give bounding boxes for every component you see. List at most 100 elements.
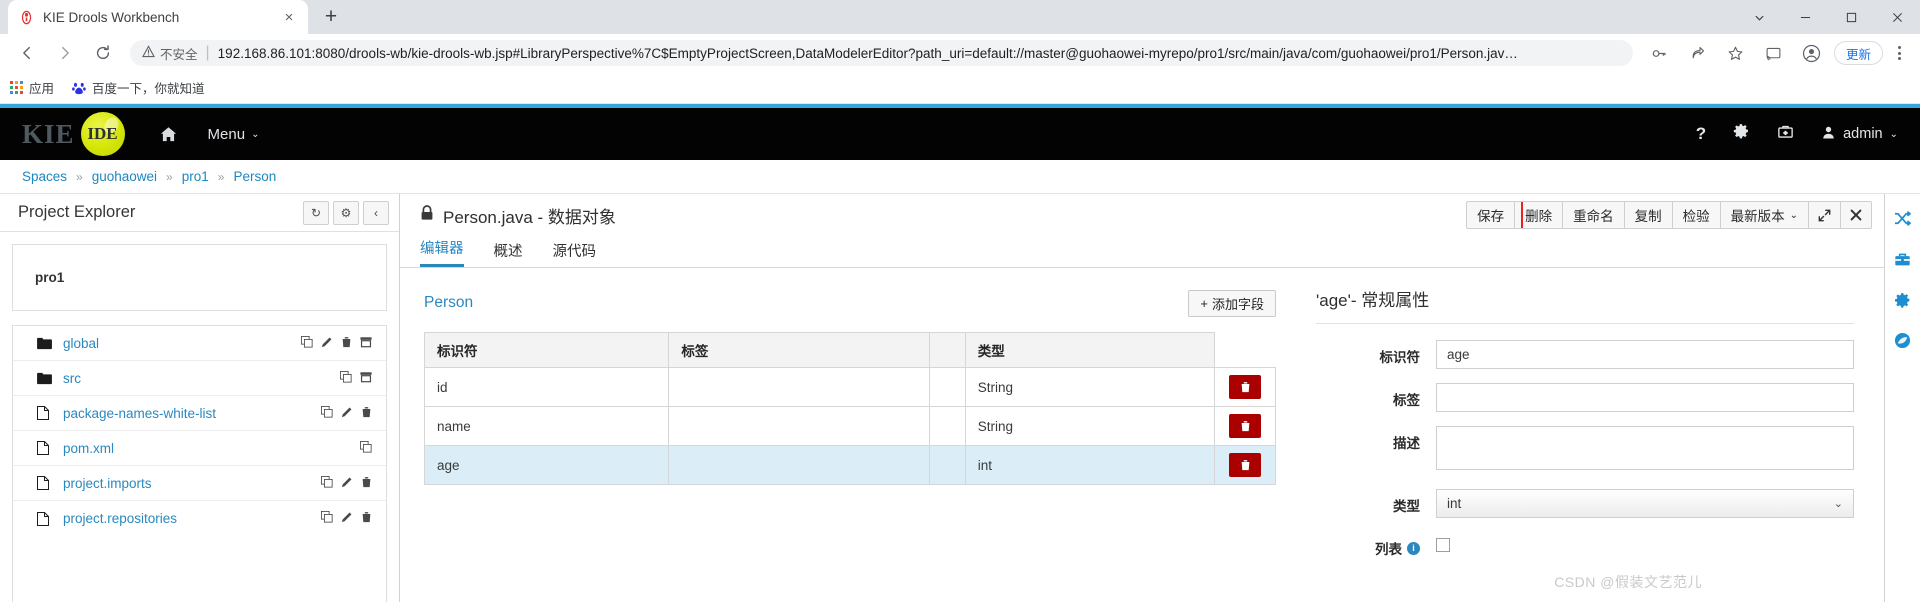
list-item-label[interactable]: project.repositories [63, 511, 321, 526]
breadcrumb-item-guohaowei[interactable]: guohaowei [92, 169, 157, 184]
info-icon[interactable]: i [1407, 541, 1420, 555]
trash-icon[interactable] [1229, 375, 1262, 399]
cast-icon[interactable] [1759, 38, 1789, 68]
delete-icon[interactable] [361, 406, 372, 421]
list-item-label[interactable]: package-names-white-list [63, 406, 321, 421]
project-selector[interactable]: pro1 [12, 244, 387, 311]
list-item[interactable]: src [13, 361, 386, 396]
list-item[interactable]: package-names-white-list [13, 396, 386, 431]
profile-icon[interactable] [1797, 38, 1827, 68]
label-input[interactable] [1436, 383, 1854, 412]
toolbox-icon[interactable] [1894, 251, 1911, 268]
breadcrumb-item-person[interactable]: Person [233, 169, 276, 184]
rename-button[interactable]: 重命名 [1563, 202, 1625, 228]
list-checkbox[interactable] [1436, 538, 1450, 552]
archive-icon[interactable] [360, 336, 372, 351]
url-text[interactable]: 192.168.86.101:8080/drools-wb/kie-drools… [218, 46, 1621, 61]
delete-icon[interactable] [361, 476, 372, 491]
globe-icon[interactable] [1894, 332, 1911, 349]
delete-icon[interactable] [341, 336, 352, 351]
star-icon[interactable] [1721, 38, 1751, 68]
kie-logo[interactable]: KIE IDE [22, 112, 125, 156]
description-textarea[interactable] [1436, 426, 1854, 470]
table-row[interactable]: age int [423, 445, 1276, 485]
gear-icon[interactable] [1894, 292, 1911, 308]
tab-overview[interactable]: 概述 [494, 240, 523, 267]
type-select[interactable]: int ⌄ [1436, 489, 1854, 518]
list-item-label[interactable]: global [63, 336, 301, 351]
class-name-link[interactable]: Person [424, 294, 473, 312]
list-item[interactable]: project.repositories [13, 501, 386, 536]
copy-icon[interactable] [301, 335, 313, 351]
tab-close-icon[interactable]: × [280, 8, 298, 26]
update-button[interactable]: 更新 [1833, 41, 1883, 65]
toolbar-button-group: 保存 删除 重命名 复制 检验 最新版本 ⌄ [1466, 201, 1872, 229]
trash-icon[interactable] [1229, 453, 1262, 477]
collapse-chevron-icon[interactable]: ‹ [363, 200, 389, 225]
list-item-label[interactable]: src [63, 371, 340, 386]
rename-icon[interactable] [341, 511, 353, 526]
list-item[interactable]: global [13, 326, 386, 361]
save-button[interactable]: 保存 [1467, 202, 1516, 228]
user-menu[interactable]: admin ⌄ [1821, 125, 1898, 144]
copy-icon[interactable] [340, 370, 352, 386]
delete-icon[interactable] [361, 511, 372, 526]
bookmark-apps[interactable]: 应用 [10, 78, 54, 97]
breadcrumb-item-pro1[interactable]: pro1 [182, 169, 209, 184]
row-actions [321, 475, 372, 491]
copy-icon[interactable] [321, 405, 333, 421]
key-icon[interactable] [1645, 38, 1675, 68]
home-icon[interactable] [159, 125, 178, 144]
list-item-label[interactable]: project.imports [63, 476, 321, 491]
delete-button[interactable]: 删除 [1515, 202, 1564, 228]
breadcrumb-item-spaces[interactable]: Spaces [22, 169, 67, 184]
maximize-button[interactable] [1828, 0, 1874, 34]
validate-button[interactable]: 检验 [1672, 202, 1721, 228]
version-dropdown[interactable]: 最新版本 ⌄ [1720, 202, 1809, 228]
shuffle-icon[interactable] [1894, 210, 1911, 227]
col-label: 标签 [668, 332, 930, 368]
gear-icon[interactable]: ⚙ [333, 200, 359, 225]
table-row[interactable]: id String [423, 367, 1276, 407]
rename-icon[interactable] [321, 336, 333, 351]
address-bar[interactable]: 不安全 | 192.168.86.101:8080/drools-wb/kie-… [130, 40, 1633, 66]
browser-tab[interactable]: KIE Drools Workbench × [8, 0, 308, 34]
archive-icon[interactable] [360, 371, 372, 386]
gear-icon[interactable] [1733, 123, 1750, 145]
copy-icon[interactable] [321, 511, 333, 526]
identifier-input[interactable] [1436, 340, 1854, 369]
list-item[interactable]: pom.xml [13, 431, 386, 466]
rename-icon[interactable] [341, 406, 353, 421]
bookmark-baidu[interactable]: 百度一下，你就知道 [72, 78, 205, 97]
page-title: Person.java - 数据对象 [420, 203, 616, 228]
help-icon[interactable]: ? [1696, 124, 1706, 144]
reload-icon[interactable] [88, 38, 118, 68]
minimize-button[interactable] [1782, 0, 1828, 34]
tab-source[interactable]: 源代码 [553, 240, 597, 267]
kebab-menu-icon[interactable] [1886, 39, 1912, 67]
window-close-button[interactable] [1874, 0, 1920, 34]
tab-editor[interactable]: 编辑器 [420, 237, 464, 267]
copy-button[interactable]: 复制 [1624, 202, 1673, 228]
toolbox-icon[interactable] [1777, 123, 1794, 145]
table-row[interactable]: name String [423, 406, 1276, 446]
chevron-down-icon[interactable] [1736, 0, 1782, 34]
back-icon[interactable] [12, 38, 42, 68]
file-tree: global src package-names-white-list pom.… [12, 325, 387, 602]
security-warning[interactable]: 不安全 [141, 44, 198, 63]
close-icon[interactable] [1841, 202, 1871, 228]
menu-button[interactable]: Menu ⌄ [208, 126, 260, 143]
list-item[interactable]: project.imports [13, 466, 386, 501]
share-icon[interactable] [1683, 38, 1713, 68]
rename-icon[interactable] [341, 476, 353, 491]
list-item-label[interactable]: pom.xml [63, 441, 360, 456]
refresh-icon[interactable]: ↻ [303, 200, 329, 225]
forward-icon[interactable] [50, 38, 80, 68]
cell-type: String [964, 406, 1216, 446]
copy-icon[interactable] [360, 440, 372, 456]
new-tab-button[interactable]: + [316, 2, 346, 32]
add-field-button[interactable]: + 添加字段 [1188, 289, 1276, 317]
expand-icon[interactable] [1809, 202, 1841, 228]
copy-icon[interactable] [321, 475, 333, 491]
trash-icon[interactable] [1229, 414, 1262, 438]
